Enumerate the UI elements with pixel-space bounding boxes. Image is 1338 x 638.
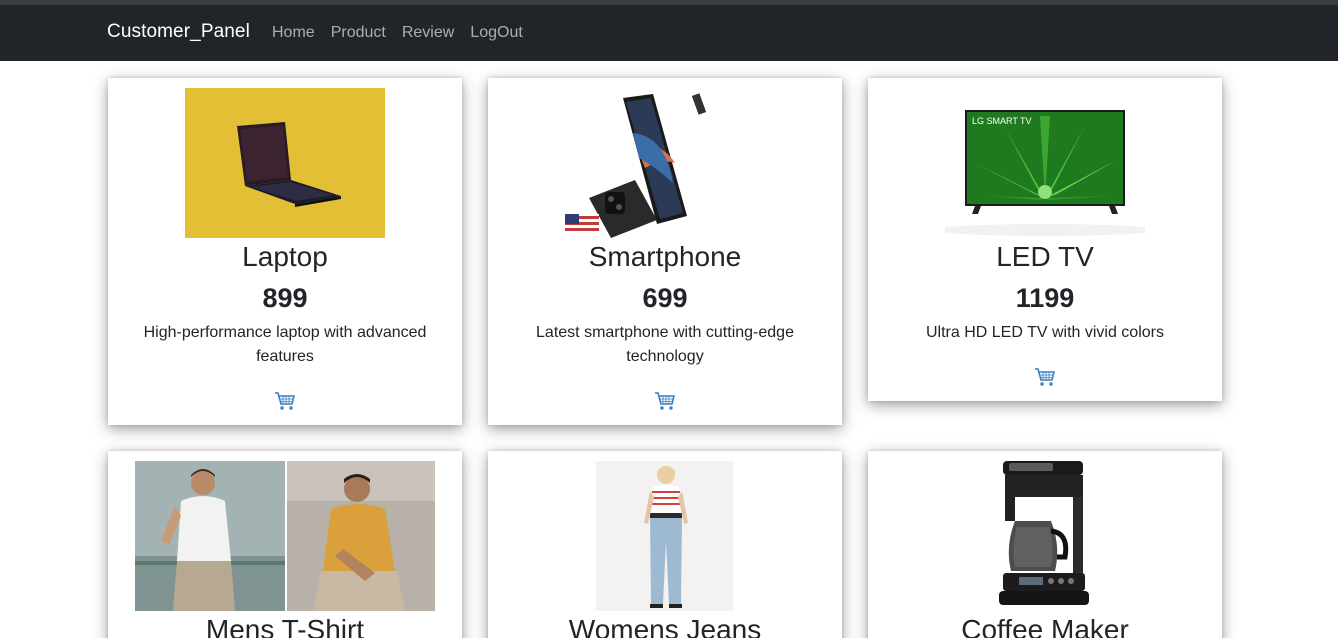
product-name: LED TV <box>996 241 1094 272</box>
product-card-smartphone: Smartphone 699 Latest smartphone with cu… <box>488 78 842 425</box>
product-name: Laptop <box>242 241 328 272</box>
product-price: 699 <box>642 283 688 313</box>
product-name: Mens T-Shirt <box>205 614 365 638</box>
nav-link-home[interactable]: Home <box>272 24 315 42</box>
shopping-cart-icon[interactable] <box>654 391 676 411</box>
mens-tshirt-image <box>135 461 435 611</box>
product-price: 1199 <box>1015 283 1075 313</box>
product-name: Coffee Maker <box>961 614 1129 638</box>
product-card-womens-jeans: Womens Jeans <box>488 451 842 638</box>
product-description: High-performance laptop with advanced fe… <box>143 324 427 365</box>
navbar: Customer_Panel Home Product Review LogOu… <box>0 5 1338 61</box>
product-description: Ultra HD LED TV with vivid colors <box>926 324 1164 341</box>
nav-link-review[interactable]: Review <box>402 24 454 42</box>
product-card-coffee-maker: Coffee Maker <box>868 451 1222 638</box>
led-tv-image: LG SMART TV <box>945 88 1145 238</box>
navbar-brand[interactable]: Customer_Panel <box>107 21 250 43</box>
shopping-cart-icon[interactable] <box>1034 367 1056 387</box>
nav-link-product[interactable]: Product <box>331 24 386 42</box>
product-card-laptop: Laptop 899 High-performance laptop with … <box>108 78 462 425</box>
womens-jeans-image <box>596 461 733 611</box>
product-name: Smartphone <box>588 241 742 272</box>
smartphone-image <box>565 88 765 238</box>
shopping-cart-icon[interactable] <box>274 391 296 411</box>
nav-link-logout[interactable]: LogOut <box>470 24 522 42</box>
product-description: Latest smartphone with cutting-edge tech… <box>536 324 794 365</box>
product-price: 899 <box>262 283 308 313</box>
product-card-led-tv: LG SMART TV LED TV 1199 Ultra HD LED TV … <box>868 78 1222 401</box>
product-card-mens-tshirt: Mens T-Shirt <box>108 451 462 638</box>
coffee-maker-image <box>985 461 1105 611</box>
tv-screen-label: LG SMART TV <box>972 116 1032 126</box>
laptop-image <box>185 88 385 238</box>
product-name: Womens Jeans <box>568 614 762 638</box>
nav-links: Home Product Review LogOut <box>272 24 523 42</box>
